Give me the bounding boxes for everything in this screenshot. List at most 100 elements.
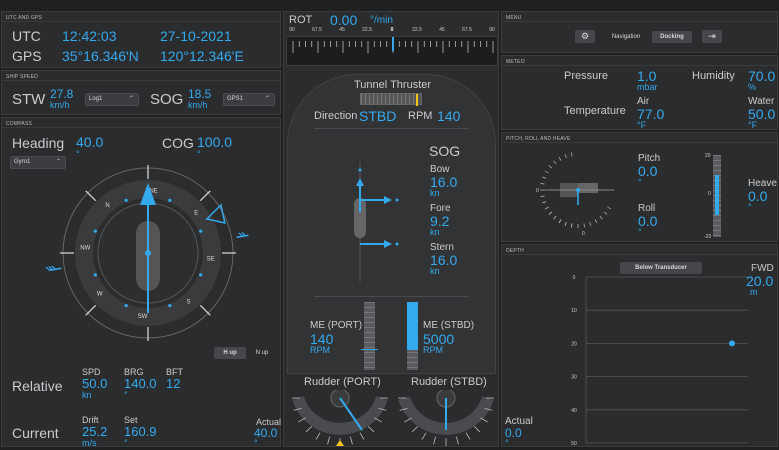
stw-unit: km/h (50, 100, 70, 110)
rot-tick-label: 22.5 (412, 27, 422, 33)
exit-button[interactable]: ⇥ (702, 30, 722, 43)
brg-unit: ° (124, 390, 128, 400)
depth-actual-unit: ° (505, 438, 509, 448)
rot-tick-label: 22.5 (362, 27, 372, 33)
attitude-tick (542, 176, 547, 179)
humidity-unit: % (748, 82, 757, 92)
fore-unit: kn (430, 227, 440, 237)
attitude-tick (583, 223, 585, 228)
menu-header: MENU (502, 12, 777, 22)
sog-source-value: GPS1 (227, 96, 244, 102)
compass-dir-nw: NW (80, 246, 90, 252)
attitude-tick (589, 221, 592, 226)
navigation-button[interactable]: Navigation (605, 31, 647, 43)
rudder-tick (404, 417, 412, 423)
bow-dot (358, 168, 362, 172)
actual-unit: ° (254, 438, 258, 448)
h-up-button[interactable]: H up (214, 347, 246, 359)
thruster-stripes (361, 94, 421, 104)
divider-line (314, 296, 469, 297)
thruster-rpm-label: RPM (408, 110, 433, 122)
me-port-gauge (361, 302, 378, 370)
temperature-label: Temperature (564, 105, 626, 117)
pressure-unit: mbar (637, 82, 658, 92)
compass-tick (85, 304, 97, 316)
compass-dot (199, 273, 203, 277)
gps-longitude: 120°12.346'E (160, 48, 244, 64)
depth-tick-label: 40 (571, 408, 577, 414)
rudder-tick (305, 426, 312, 433)
n-up-button[interactable]: N up (248, 347, 276, 359)
rot-scale-bar (286, 36, 498, 66)
heave-scale-bottom: -20 (704, 234, 712, 240)
compass-dot (199, 229, 203, 233)
attitude-tick (558, 156, 562, 161)
gps-label: GPS (12, 48, 42, 64)
divider-line (314, 128, 469, 129)
bow-arrowhead (384, 196, 392, 204)
attitude-tick (544, 170, 549, 174)
heave-level (715, 175, 719, 215)
attitude-tick (544, 206, 549, 210)
rudder-tick (349, 436, 353, 445)
rot-tick-label: 67.5 (312, 27, 322, 33)
spd-unit: kn (82, 390, 92, 400)
depth-fwd-point (729, 340, 735, 347)
me-stbd-level (407, 302, 418, 350)
depth-tick-label: 20 (571, 341, 577, 347)
sog-source-select[interactable]: GPS1 ⌃ (223, 93, 275, 106)
rudder-tick (433, 436, 437, 445)
air-unit: °F (637, 120, 647, 130)
attitude-tick (548, 211, 553, 215)
depth-tick-label: 30 (571, 375, 577, 381)
compass-dot (124, 198, 128, 202)
wind-arrow-icon (45, 265, 62, 272)
rudder-tick (315, 432, 321, 440)
direction-value: STBD (359, 108, 397, 124)
utc-label: UTC (12, 28, 41, 44)
attitude-tick (571, 152, 573, 157)
compass-dir-w: W (97, 291, 103, 297)
ship-speed-header: SHIP SPEED (2, 71, 280, 81)
compass-dir-se: SE (207, 256, 215, 262)
rot-tick-label: 90 (489, 27, 495, 33)
set-value: 160.9 (124, 424, 157, 439)
attitude-tick (603, 211, 608, 215)
compass-dot (124, 304, 128, 308)
rot-tick-label: 45 (339, 27, 345, 33)
rudder-tick (359, 432, 365, 440)
compass-tick (199, 304, 211, 316)
heave-scale-top: 20 (705, 153, 711, 159)
compass-dir-n: N (105, 203, 109, 209)
depth-tick-label: 50 (571, 441, 577, 446)
meteo-panel: METEO Pressure 1.0 mbar Humidity 70.0 % … (501, 55, 778, 130)
utc-gps-panel: UTC AND GPS UTC 12:42:03 27-10-2021 GPS … (1, 11, 281, 68)
attitude-tick (599, 215, 603, 220)
compass-rose: NENENWSEWSSW (45, 165, 249, 341)
pressure-label: Pressure (564, 70, 609, 82)
attitude-indicator: 0 0 (536, 152, 614, 237)
thruster-title: Tunnel Thruster (354, 79, 432, 91)
compass-dot (93, 229, 97, 233)
water-unit: °F (748, 120, 758, 130)
thruster-level-marker (416, 94, 418, 106)
rudder-port-gauge (292, 390, 388, 446)
rudder-port-label: Rudder (PORT) (304, 376, 381, 388)
stw-source-select[interactable]: Log1 ⌃ (85, 93, 139, 106)
utc-date: 27-10-2021 (160, 28, 232, 44)
rudder-stbd-label: Rudder (STBD) (411, 376, 487, 388)
docking-button[interactable]: Docking (652, 31, 692, 43)
sog-unit: km/h (188, 100, 208, 110)
gear-icon: ⚙ (580, 31, 590, 41)
me-stbd-unit: RPM (423, 345, 443, 355)
settings-button[interactable]: ⚙ (575, 30, 595, 43)
attitude-tick (548, 165, 553, 169)
bow-unit: kn (430, 188, 440, 198)
direction-label: Direction (314, 110, 358, 122)
vessel-sog-diagram (354, 162, 399, 282)
rudder-tick (368, 426, 375, 433)
ship-speed-panel: SHIP SPEED STW 27.8 km/h Log1 ⌃ SOG 18.5… (1, 70, 281, 115)
me-port-unit: RPM (310, 345, 330, 355)
heave-unit: ° (748, 202, 752, 212)
relative-label: Relative (12, 378, 63, 394)
